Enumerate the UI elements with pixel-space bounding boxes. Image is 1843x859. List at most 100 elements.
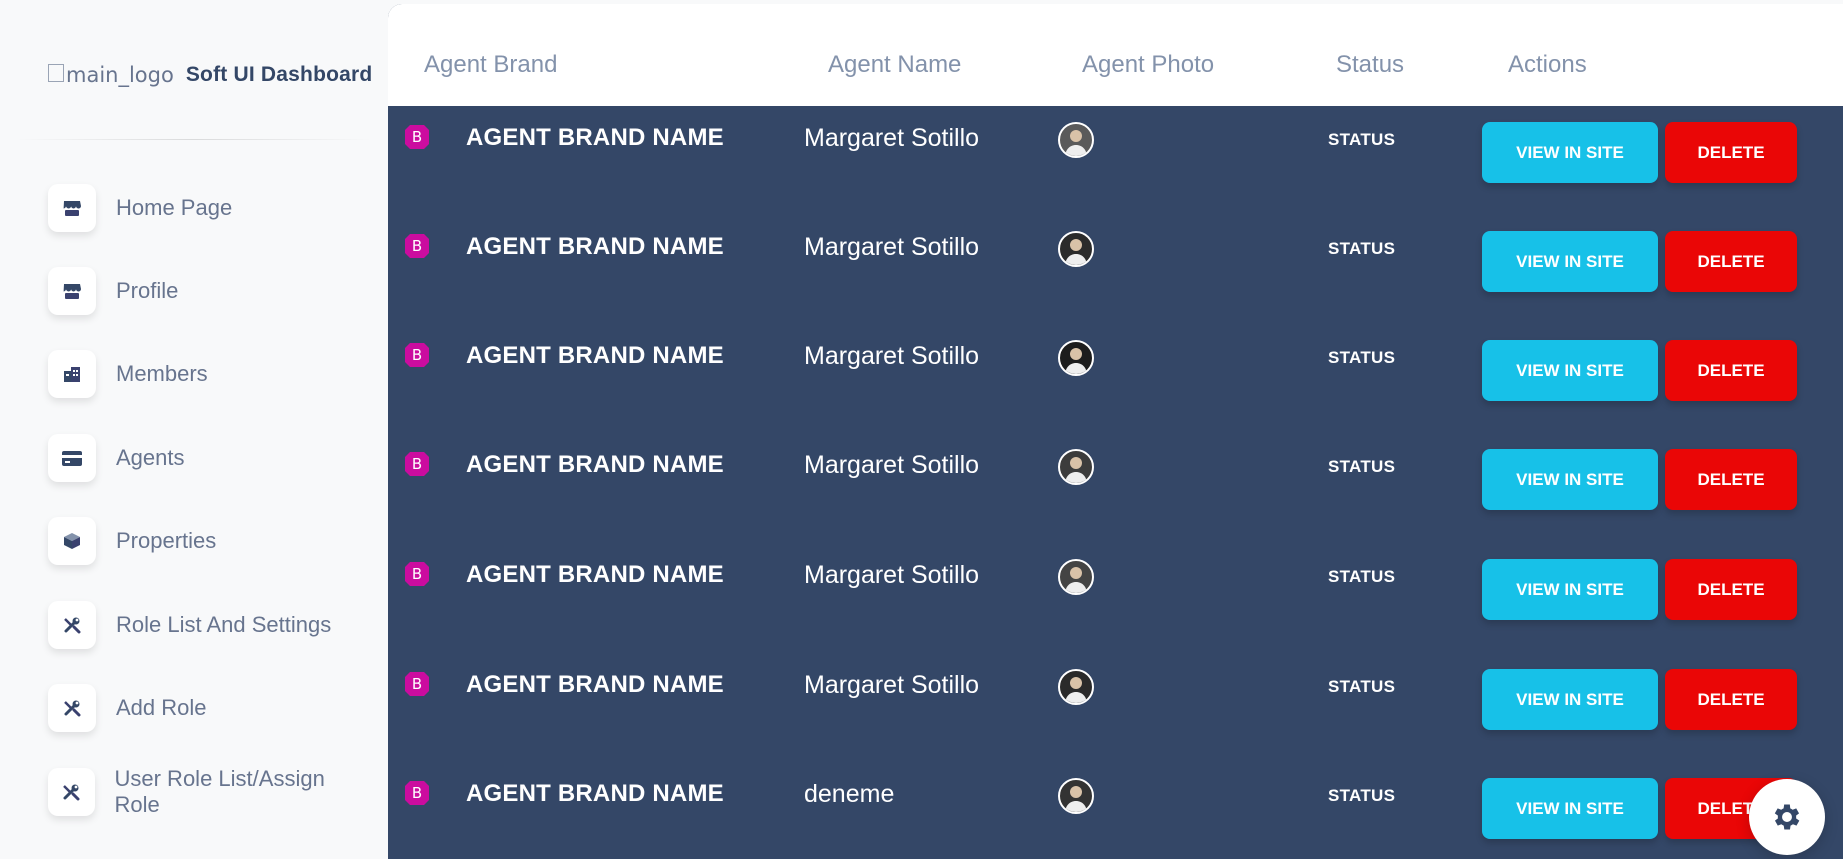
agent-brand-name: AGENT BRAND NAME — [466, 671, 724, 698]
delete-button[interactable]: DELETE — [1665, 340, 1797, 401]
settings-tools-icon — [48, 768, 95, 816]
agent-name: Margaret Sotillo — [804, 342, 980, 370]
delete-button[interactable]: DELETE — [1665, 122, 1797, 183]
agent-photo-avatar — [1058, 122, 1094, 158]
sidebar-item-home-page[interactable]: Home Page — [48, 183, 368, 233]
agent-photo-avatar — [1058, 669, 1094, 705]
status-badge: STATUS — [1328, 348, 1396, 367]
agent-photo-avatar — [1058, 449, 1094, 485]
main-logo-alt-text: main_logo — [66, 63, 174, 87]
agent-photo-avatar — [1058, 231, 1094, 267]
agents-table: Agent Brand Agent Name Agent Photo Statu… — [388, 4, 1843, 859]
bootstrap-brand-icon: B — [405, 672, 429, 696]
view-in-site-button[interactable]: VIEW IN SITE — [1482, 778, 1658, 839]
agent-name: Margaret Sotillo — [804, 451, 980, 479]
sidebar-item-label: Home Page — [116, 195, 233, 220]
column-header-actions: Actions — [1508, 51, 1587, 78]
bootstrap-brand-icon: B — [405, 234, 429, 258]
agent-name: Margaret Sotillo — [804, 671, 980, 699]
table-header: Agent Brand Agent Name Agent Photo Statu… — [388, 4, 1843, 106]
delete-button[interactable]: DELETE — [1665, 669, 1797, 730]
view-in-site-button[interactable]: VIEW IN SITE — [1482, 559, 1658, 620]
settings-fab[interactable] — [1749, 779, 1825, 855]
sidebar-brand[interactable]: main_logo Soft UI Dashboard — [48, 60, 372, 90]
bootstrap-brand-icon: B — [405, 781, 429, 805]
status-badge: STATUS — [1328, 677, 1396, 696]
sidebar-item-user-role-list-assign-role[interactable]: User Role List/Assign Role — [48, 766, 368, 817]
svg-text:B: B — [412, 237, 422, 255]
settings-tools-icon — [48, 601, 96, 649]
svg-text:B: B — [412, 675, 422, 693]
agent-photo-avatar — [1058, 340, 1094, 376]
sidebar-item-label: Properties — [116, 528, 217, 553]
bootstrap-brand-icon: B — [405, 562, 429, 586]
table-row: B AGENT BRAND NAME deneme STATUS VIEW IN… — [388, 764, 1843, 859]
agent-brand-name: AGENT BRAND NAME — [466, 780, 724, 807]
status-badge: STATUS — [1328, 786, 1396, 805]
table-row: B AGENT BRAND NAME Margaret Sotillo STAT… — [388, 217, 1843, 326]
agent-brand-name: AGENT BRAND NAME — [466, 342, 724, 369]
status-badge: STATUS — [1328, 567, 1396, 586]
status-badge: STATUS — [1328, 130, 1396, 149]
sidebar-item-profile[interactable]: Profile — [48, 266, 368, 316]
agent-photo-avatar — [1058, 778, 1094, 814]
sidebar: main_logo Soft UI Dashboard Home Page Pr… — [0, 0, 388, 859]
delete-button[interactable]: DELETE — [1665, 559, 1797, 620]
column-header-agent-name: Agent Name — [828, 51, 962, 78]
broken-image-icon — [48, 64, 64, 82]
delete-button[interactable]: DELETE — [1665, 231, 1797, 292]
svg-text:B: B — [412, 455, 422, 473]
agent-brand-name: AGENT BRAND NAME — [466, 451, 724, 478]
column-header-status: Status — [1336, 51, 1405, 78]
sidebar-item-label: Profile — [116, 278, 179, 303]
table-row: B AGENT BRAND NAME Margaret Sotillo STAT… — [388, 326, 1843, 435]
bootstrap-brand-icon: B — [405, 452, 429, 476]
sidebar-item-add-role[interactable]: Add Role — [48, 683, 368, 733]
sidebar-item-members[interactable]: Members — [48, 349, 368, 399]
sidebar-item-label: Add Role — [116, 695, 207, 720]
sidebar-divider — [16, 139, 372, 140]
svg-text:B: B — [412, 784, 422, 802]
table-row: B AGENT BRAND NAME Margaret Sotillo STAT… — [388, 545, 1843, 654]
sidebar-item-label: Role List And Settings — [116, 612, 332, 637]
sidebar-item-label: Members — [116, 361, 208, 386]
sidebar-item-properties[interactable]: Properties — [48, 516, 368, 566]
gear-icon — [1774, 804, 1800, 830]
sidebar-item-role-list-and-settings[interactable]: Role List And Settings — [48, 600, 368, 650]
sidebar-item-agents[interactable]: Agents — [48, 433, 368, 483]
svg-text:B: B — [412, 346, 422, 364]
main-logo: main_logo — [48, 63, 174, 87]
view-in-site-button[interactable]: VIEW IN SITE — [1482, 669, 1658, 730]
credit-card-icon — [48, 434, 96, 482]
table-row: B AGENT BRAND NAME Margaret Sotillo STAT… — [388, 435, 1843, 544]
app-root: main_logo Soft UI Dashboard Home Page Pr… — [0, 0, 1843, 859]
table-row: B AGENT BRAND NAME Margaret Sotillo STAT… — [388, 108, 1843, 217]
agent-name: Margaret Sotillo — [804, 561, 980, 589]
agent-name: Margaret Sotillo — [804, 233, 980, 261]
office-icon — [48, 350, 96, 398]
status-badge: STATUS — [1328, 457, 1396, 476]
agent-name: deneme — [804, 780, 895, 808]
view-in-site-button[interactable]: VIEW IN SITE — [1482, 122, 1658, 183]
column-header-agent-photo: Agent Photo — [1082, 51, 1215, 78]
brand-name: Soft UI Dashboard — [185, 63, 373, 86]
view-in-site-button[interactable]: VIEW IN SITE — [1482, 231, 1658, 292]
agent-name: Margaret Sotillo — [804, 124, 980, 152]
sidebar-item-label: Agents — [116, 445, 185, 470]
status-badge: STATUS — [1328, 239, 1396, 258]
box-3d-icon — [48, 517, 96, 565]
view-in-site-button[interactable]: VIEW IN SITE — [1482, 449, 1658, 510]
bootstrap-brand-icon: B — [405, 343, 429, 367]
agent-photo-avatar — [1058, 559, 1094, 595]
sidebar-item-label: User Role List/Assign Role — [114, 766, 325, 817]
view-in-site-button[interactable]: VIEW IN SITE — [1482, 340, 1658, 401]
svg-text:B: B — [412, 128, 422, 146]
delete-button[interactable]: DELETE — [1665, 449, 1797, 510]
svg-text:B: B — [412, 565, 422, 583]
table-row: B AGENT BRAND NAME Margaret Sotillo STAT… — [388, 655, 1843, 764]
agent-brand-name: AGENT BRAND NAME — [466, 124, 724, 151]
column-header-agent-brand: Agent Brand — [424, 51, 558, 78]
settings-tools-icon — [48, 684, 96, 732]
agent-brand-name: AGENT BRAND NAME — [466, 233, 724, 260]
bootstrap-brand-icon: B — [405, 125, 429, 149]
